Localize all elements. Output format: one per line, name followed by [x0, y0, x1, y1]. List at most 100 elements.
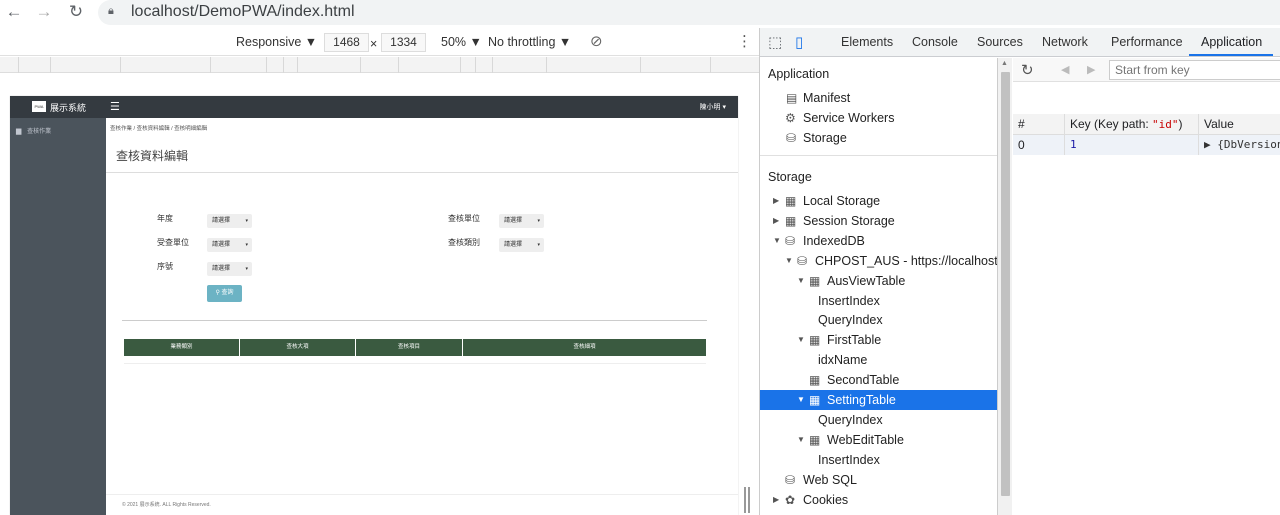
section-divider — [760, 155, 997, 156]
gear-icon: ⚙ — [785, 111, 796, 125]
sidebar-item-label: Storage — [803, 131, 847, 145]
address-bar[interactable]: 🔒︎ localhost/DemoPWA/index.html — [98, 0, 1280, 25]
select-audited-unit[interactable]: 請選擇 ▾ — [207, 238, 252, 252]
table-header-cell: 查核細項 — [573, 344, 596, 350]
collapsed-arrow-icon[interactable]: ▶ — [773, 191, 779, 211]
inspect-element-icon[interactable]: ⬚ — [768, 33, 782, 51]
data-toolbar: ↻ ◀ ▶ — [1013, 58, 1280, 82]
viewport-width-input[interactable]: 1468 — [324, 33, 369, 52]
header-index[interactable]: # — [1013, 114, 1065, 135]
sidebar-scrollbar[interactable]: ▲ — [998, 58, 1012, 515]
zoom-select[interactable]: 50% ▼ — [441, 35, 482, 49]
collapsed-arrow-icon[interactable]: ▶ — [773, 211, 779, 231]
section-title-application: Application — [768, 67, 830, 81]
select-audit-unit-value: 請選擇 — [504, 218, 523, 224]
tree-item[interactable]: ▶ ✿ Cookies — [760, 490, 997, 510]
header-key-prefix: Key (Key path: — [1070, 117, 1153, 131]
collapsed-arrow-icon[interactable]: ▶ — [773, 490, 779, 510]
tree-item[interactable]: ▼ ▦ FirstTable — [760, 330, 997, 350]
throttling-select[interactable]: No throttling ▼ — [488, 35, 571, 49]
header-key[interactable]: Key (Key path: "id") — [1065, 114, 1199, 135]
header-key-suffix: ) — [1178, 117, 1183, 131]
tree-item[interactable]: ▼ ▦ AusViewTable — [760, 271, 997, 291]
scrollbar-thumb[interactable] — [1001, 72, 1010, 496]
rotate-icon[interactable]: ⊘ — [590, 32, 603, 50]
next-page-icon[interactable]: ▶ — [1087, 63, 1095, 76]
device-mode-select[interactable]: Responsive ▼ — [236, 35, 317, 49]
cookie-icon: ✿ — [785, 492, 796, 507]
select-year[interactable]: 請選擇 ▾ — [207, 214, 252, 228]
tree-item[interactable]: QueryIndex — [760, 310, 997, 330]
row-value[interactable]: ▶ {DbVersion — [1199, 135, 1280, 155]
pwa-divider — [122, 320, 707, 321]
header-value[interactable]: Value — [1199, 114, 1280, 135]
expanded-arrow-icon[interactable]: ▼ — [797, 390, 805, 410]
expanded-arrow-icon[interactable]: ▼ — [785, 251, 793, 271]
document-icon: ▤ — [786, 91, 798, 105]
sidebar-item-label: Manifest — [803, 91, 851, 105]
resize-handle[interactable] — [744, 487, 752, 515]
tree-item[interactable]: ▼ ⛁ IndexedDB — [760, 231, 997, 251]
table-row[interactable]: 0 1 ▶ {DbVersion — [1013, 135, 1280, 155]
back-icon[interactable]: ← — [4, 2, 24, 22]
tree-item[interactable]: ▼ ▦ SettingTable — [760, 390, 997, 410]
expanded-arrow-icon[interactable]: ▼ — [797, 271, 805, 291]
select-audit-category-value: 請選擇 — [504, 242, 523, 248]
more-options-icon[interactable]: ⋮ — [737, 32, 752, 50]
expanded-arrow-icon[interactable]: ▼ — [773, 231, 781, 251]
pwa-breadcrumb: 查核作業 / 查核資料編輯 / 查核明細編輯 — [110, 126, 208, 132]
tree-item[interactable]: QueryIndex — [760, 410, 997, 430]
tree-item[interactable]: ▶ ▦ Local Storage — [760, 191, 997, 211]
tab-network[interactable]: Network — [1042, 35, 1088, 49]
tab-application[interactable]: Application — [1201, 35, 1262, 49]
tree-item[interactable]: ▶ ▦ Session Storage — [760, 211, 997, 231]
forward-icon[interactable]: → — [34, 2, 54, 22]
refresh-icon[interactable]: ↻ — [1021, 61, 1034, 79]
start-from-key-input[interactable] — [1109, 60, 1280, 80]
grid-icon: ▦ — [809, 432, 821, 447]
devtools-panel: ⬚ ▯ Elements Console Sources Network Per… — [759, 28, 1280, 515]
pwa-sidebar-item[interactable]: ▆ 查核作業 — [16, 126, 51, 135]
previous-page-icon[interactable]: ◀ — [1061, 63, 1069, 76]
select-year-value: 請選擇 — [212, 218, 231, 224]
tree-item[interactable]: ▦ SecondTable — [760, 370, 997, 390]
tree-item-label: InsertIndex — [818, 452, 880, 467]
tree-item[interactable]: InsertIndex — [760, 291, 997, 311]
hamburger-icon[interactable]: ☰ — [110, 100, 120, 113]
pwa-user-menu[interactable]: 陳小明 ▾ — [700, 102, 726, 112]
sidebar-item-storage[interactable]: ⛁ Storage — [760, 128, 997, 148]
viewport-height-input[interactable]: 1334 — [381, 33, 426, 52]
pwa-sidebar: ▆ 查核作業 — [10, 118, 106, 515]
scroll-up-icon[interactable]: ▲ — [1001, 60, 1008, 67]
caret-down-icon: ▾ — [537, 242, 540, 248]
pwa-divider — [106, 172, 738, 173]
row-key: 1 — [1065, 135, 1199, 155]
tree-item[interactable]: InsertIndex — [760, 450, 997, 470]
search-button[interactable]: ⚲ 查詢 — [207, 285, 242, 302]
sidebar-item-manifest[interactable]: ▤ Manifest — [760, 88, 997, 108]
tree-item[interactable]: idxName — [760, 350, 997, 370]
device-toolbar-icon[interactable]: ▯ — [795, 33, 803, 51]
tree-item[interactable]: ▼ ▦ WebEditTable — [760, 430, 997, 450]
devtools-tabbar: ⬚ ▯ Elements Console Sources Network Per… — [760, 28, 1280, 57]
select-audit-category[interactable]: 請選擇 ▾ — [499, 238, 544, 252]
url-text: localhost/DemoPWA/index.html — [131, 3, 355, 20]
tree-item[interactable]: ▼ ⛁ CHPOST_AUS - https://localhost — [760, 251, 997, 271]
sidebar-item-service-workers[interactable]: ⚙ Service Workers — [760, 108, 997, 128]
tab-performance[interactable]: Performance — [1111, 35, 1183, 49]
tree-item-label: AusViewTable — [827, 273, 906, 288]
expanded-arrow-icon[interactable]: ▼ — [797, 430, 805, 450]
select-serial[interactable]: 請選擇 ▾ — [207, 262, 252, 276]
tab-console[interactable]: Console — [912, 35, 958, 49]
select-audit-unit[interactable]: 請選擇 ▾ — [499, 214, 544, 228]
header-key-path: "id" — [1152, 118, 1179, 131]
tree-item-label: Session Storage — [803, 213, 895, 228]
reload-icon[interactable]: ↻ — [66, 2, 86, 22]
tab-elements[interactable]: Elements — [841, 35, 893, 49]
table-header-cell: 查核大項 — [240, 339, 356, 356]
database-icon: ⛁ — [797, 253, 808, 268]
tab-sources[interactable]: Sources — [977, 35, 1023, 49]
field-label-audit-category: 查核類別 — [448, 238, 480, 247]
tree-item[interactable]: ⛁ Web SQL — [760, 470, 997, 490]
expanded-arrow-icon[interactable]: ▼ — [797, 330, 805, 350]
